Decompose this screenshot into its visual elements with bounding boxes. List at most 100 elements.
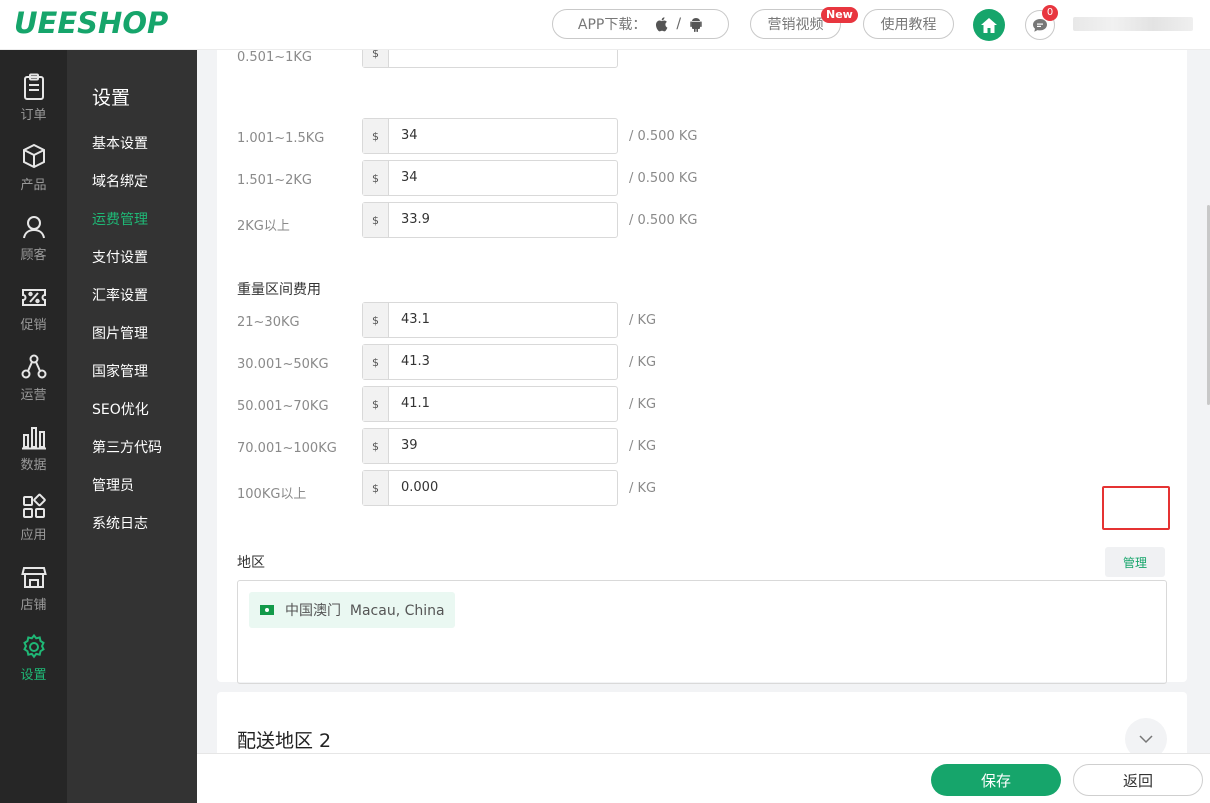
- range-row-label: 100KG以上: [237, 487, 307, 502]
- range-fee-input[interactable]: $ 41.3: [362, 344, 618, 380]
- currency-prefix: $: [363, 303, 389, 337]
- step-row-label: 1.501~2KG: [237, 173, 312, 188]
- subnav-item-images[interactable]: 图片管理: [92, 323, 148, 343]
- box-icon: [22, 143, 45, 169]
- currency-prefix: $: [363, 119, 389, 153]
- chevron-down-icon: [1139, 735, 1153, 744]
- weight-range-title: 重量区间费用: [237, 282, 321, 298]
- range-fee-input[interactable]: $ 43.1: [362, 302, 618, 338]
- gear-icon: [22, 633, 45, 659]
- subnav-title: 设置: [92, 87, 131, 109]
- expand-toggle[interactable]: [1125, 718, 1167, 753]
- partial-row-input[interactable]: $: [362, 50, 618, 68]
- subnav-item-payment[interactable]: 支付设置: [92, 247, 148, 267]
- step-fee-input[interactable]: $ 33.9: [362, 202, 618, 238]
- user-account-menu[interactable]: [1073, 17, 1193, 31]
- home-icon: [981, 17, 997, 33]
- subnav-item-logs[interactable]: 系统日志: [92, 513, 148, 533]
- subnav-item-admins[interactable]: 管理员: [92, 475, 134, 495]
- input-value: 0.000: [401, 480, 439, 495]
- partial-row-label: 0.501~1KG: [237, 50, 312, 65]
- rail-item-products[interactable]: 产品: [0, 135, 67, 205]
- region-chip[interactable]: 中国澳门 Macau, China: [249, 592, 455, 628]
- rail-label: 订单: [20, 108, 47, 123]
- step-row-label: 1.001~1.5KG: [237, 131, 325, 146]
- macau-flag-icon: [260, 605, 274, 615]
- unit-label: / KG: [629, 439, 657, 454]
- range-fee-input[interactable]: $ 0.000: [362, 470, 618, 506]
- currency-prefix: $: [363, 387, 389, 421]
- zone-2-title: 配送地区 2: [237, 730, 332, 752]
- rail-item-promotions[interactable]: 促销: [0, 275, 67, 345]
- subnav-item-domain[interactable]: 域名绑定: [92, 171, 148, 191]
- input-value: 41.1: [401, 396, 430, 411]
- currency-prefix: $: [363, 345, 389, 379]
- input-value: 34: [401, 128, 418, 143]
- rail-label: 产品: [20, 178, 47, 193]
- shipping-zone-2-card: 配送地区 2: [217, 692, 1187, 753]
- android-icon[interactable]: [689, 16, 703, 32]
- range-fee-input[interactable]: $ 39: [362, 428, 618, 464]
- subnav-item-basic[interactable]: 基本设置: [92, 133, 148, 153]
- subnav-item-shipping[interactable]: 运费管理: [92, 209, 148, 229]
- input-value: 34: [401, 170, 418, 185]
- percent-ticket-icon: [21, 289, 46, 306]
- unit-label: / KG: [629, 481, 657, 496]
- range-row-label: 50.001~70KG: [237, 399, 329, 414]
- apple-icon[interactable]: [654, 16, 668, 32]
- rail-item-operations[interactable]: 运营: [0, 345, 67, 415]
- subnav-item-third-party[interactable]: 第三方代码: [92, 437, 162, 457]
- step-row-label: 2KG以上: [237, 219, 290, 234]
- action-footer: 保存 返回: [197, 753, 1210, 803]
- app-sep: /: [676, 16, 682, 32]
- manage-region-button[interactable]: 管理: [1105, 547, 1165, 577]
- currency-prefix: $: [363, 161, 389, 195]
- subnav-item-countries[interactable]: 国家管理: [92, 361, 148, 381]
- range-fee-input[interactable]: $ 41.1: [362, 386, 618, 422]
- tutorial-button[interactable]: 使用教程: [863, 9, 954, 39]
- unit-label: / 0.500 KG: [629, 213, 698, 228]
- range-row-label: 30.001~50KG: [237, 357, 329, 372]
- rail-label: 顾客: [20, 248, 47, 263]
- home-button[interactable]: [973, 9, 1005, 41]
- region-list: 中国澳门 Macau, China: [237, 580, 1167, 684]
- rail-item-settings[interactable]: 设置: [0, 625, 67, 695]
- currency-prefix: $: [363, 429, 389, 463]
- subnav-item-seo[interactable]: SEO优化: [92, 399, 149, 419]
- main-nav-rail: 订单 产品 顾客 促销 运营 数据 应用 店铺 设置: [0, 50, 67, 803]
- save-button[interactable]: 保存: [931, 764, 1061, 796]
- back-button[interactable]: 返回: [1073, 764, 1203, 796]
- settings-subnav: 设置 基本设置 域名绑定 运费管理 支付设置 汇率设置 图片管理 国家管理 SE…: [67, 50, 197, 803]
- clipboard-icon: [23, 73, 44, 100]
- store-icon: [20, 567, 47, 588]
- region-title: 地区: [237, 555, 265, 571]
- step-fee-input[interactable]: $ 34: [362, 118, 618, 154]
- region-chip-label: 中国澳门 Macau, China: [285, 603, 445, 619]
- step-fee-input[interactable]: $ 34: [362, 160, 618, 196]
- new-badge: New: [821, 7, 858, 23]
- input-value: 39: [401, 438, 418, 453]
- rail-item-orders[interactable]: 订单: [0, 65, 67, 135]
- rail-label: 运营: [20, 388, 47, 403]
- app-download-pill[interactable]: APP下载： /: [552, 9, 729, 39]
- rail-item-apps[interactable]: 应用: [0, 485, 67, 555]
- network-icon: [21, 354, 46, 379]
- subnav-item-exchange[interactable]: 汇率设置: [92, 285, 148, 305]
- rail-item-customers[interactable]: 顾客: [0, 205, 67, 275]
- rail-label: 应用: [20, 528, 47, 543]
- range-row-label: 70.001~100KG: [237, 441, 337, 456]
- bar-chart-icon: [21, 427, 46, 450]
- currency-prefix: $: [363, 203, 389, 237]
- rail-label: 店铺: [20, 598, 47, 613]
- rail-label: 促销: [20, 318, 47, 333]
- rail-item-store[interactable]: 店铺: [0, 555, 67, 625]
- message-count-badge: 0: [1042, 5, 1058, 21]
- app-download-label: APP下载：: [577, 17, 647, 33]
- rail-label: 数据: [20, 458, 47, 473]
- logo[interactable]: UEESHOP: [14, 6, 168, 40]
- main-content: 0.501~1KG $ 1.001~1.5KG $ 34 / 0.500 KG …: [197, 50, 1210, 753]
- rail-item-data[interactable]: 数据: [0, 415, 67, 485]
- currency-prefix: $: [363, 50, 389, 67]
- highlight-box: [1102, 486, 1170, 530]
- top-bar: UEESHOP APP下载： / 营销视频 New 使用教程 0: [0, 0, 1210, 50]
